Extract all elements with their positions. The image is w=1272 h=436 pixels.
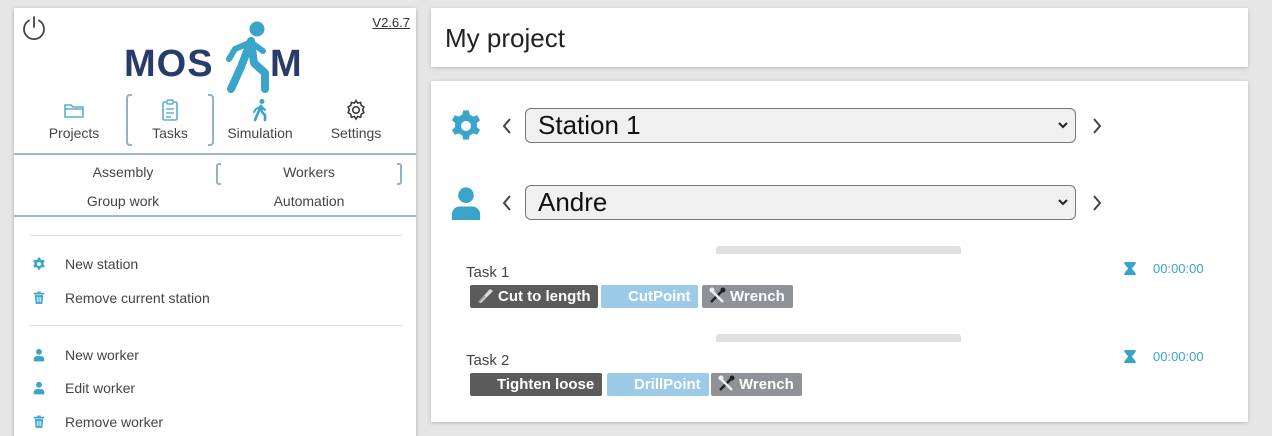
nav-simulation[interactable]: Simulation bbox=[216, 92, 304, 148]
task-tag-action[interactable]: Tighten loose bbox=[470, 373, 603, 396]
subnav-automation[interactable]: Automation bbox=[216, 189, 402, 213]
chevron-left-icon[interactable] bbox=[499, 191, 515, 215]
walking-person-icon bbox=[253, 99, 267, 122]
user-icon bbox=[33, 348, 45, 362]
header-bar: My project bbox=[431, 8, 1248, 67]
chevron-left-icon[interactable] bbox=[499, 114, 515, 138]
task-tag-point[interactable]: DrillPoint bbox=[607, 373, 709, 396]
station-select[interactable]: Station 1 bbox=[525, 108, 1076, 143]
chevron-down-icon bbox=[1058, 199, 1068, 206]
task-tag-point[interactable]: CutPoint bbox=[601, 285, 699, 308]
user-icon bbox=[33, 381, 45, 395]
task-name: Task 2 bbox=[466, 352, 510, 369]
version-link[interactable]: V2.6.7 bbox=[372, 15, 410, 30]
sub-nav: Assembly Workers Group work Automation bbox=[14, 153, 416, 217]
folder-icon bbox=[64, 104, 84, 118]
gear-icon bbox=[347, 99, 365, 121]
subnav-assembly[interactable]: Assembly bbox=[30, 160, 216, 184]
task-timer: 00:00:00 bbox=[1123, 259, 1213, 279]
worker-select[interactable]: Andre bbox=[525, 185, 1076, 220]
nav-settings[interactable]: Settings bbox=[312, 92, 400, 148]
trash-icon bbox=[33, 415, 45, 428]
saw-icon bbox=[478, 289, 493, 303]
content-panel: Station 1 Andre Task 1 00:00:00 Cut to l… bbox=[431, 81, 1248, 422]
nav-tasks[interactable]: Tasks bbox=[126, 92, 214, 148]
station-selector-row: Station 1 bbox=[449, 107, 1109, 147]
tools-icon bbox=[709, 287, 726, 303]
clipboard-icon bbox=[162, 99, 178, 121]
main-nav: Projects Tasks Simulation Settings bbox=[30, 92, 410, 148]
edit-worker-action[interactable]: Edit worker bbox=[32, 376, 135, 400]
remove-station-action[interactable]: Remove current station bbox=[32, 286, 210, 310]
divider bbox=[30, 235, 402, 236]
power-icon[interactable] bbox=[21, 15, 47, 41]
task-drag-handle[interactable] bbox=[716, 246, 961, 254]
hourglass-icon bbox=[1124, 349, 1136, 364]
chevron-right-icon[interactable] bbox=[1089, 114, 1105, 138]
hourglass-icon bbox=[1124, 261, 1136, 276]
trash-icon bbox=[33, 291, 45, 304]
task-name: Task 1 bbox=[466, 264, 510, 281]
tools-icon bbox=[718, 375, 735, 391]
task-tag-action[interactable]: Cut to length bbox=[470, 285, 599, 308]
mosim-logo: MOS M bbox=[124, 15, 308, 93]
remove-worker-action[interactable]: Remove worker bbox=[32, 410, 163, 434]
gear-icon bbox=[451, 110, 481, 140]
chevron-right-icon[interactable] bbox=[1089, 191, 1105, 215]
gear-icon bbox=[33, 257, 45, 270]
new-worker-action[interactable]: New worker bbox=[32, 343, 139, 367]
task-drag-handle[interactable] bbox=[716, 334, 961, 342]
new-station-action[interactable]: New station bbox=[32, 252, 138, 276]
sidebar: V2.6.7 MOS M Projects Tasks Simulation S… bbox=[14, 8, 416, 436]
user-icon bbox=[451, 187, 481, 220]
divider bbox=[30, 325, 402, 326]
task-tag-tool[interactable]: Wrench bbox=[702, 285, 793, 308]
subnav-group-work[interactable]: Group work bbox=[30, 189, 216, 213]
nav-projects[interactable]: Projects bbox=[30, 92, 118, 148]
project-title: My project bbox=[445, 23, 565, 53]
worker-selector-row: Andre bbox=[449, 184, 1109, 224]
logo-figure-icon bbox=[226, 21, 269, 93]
task-timer: 00:00:00 bbox=[1123, 347, 1213, 367]
task-tag-tool[interactable]: Wrench bbox=[711, 373, 802, 396]
subnav-workers[interactable]: Workers bbox=[216, 160, 402, 185]
chevron-down-icon bbox=[1058, 122, 1068, 129]
